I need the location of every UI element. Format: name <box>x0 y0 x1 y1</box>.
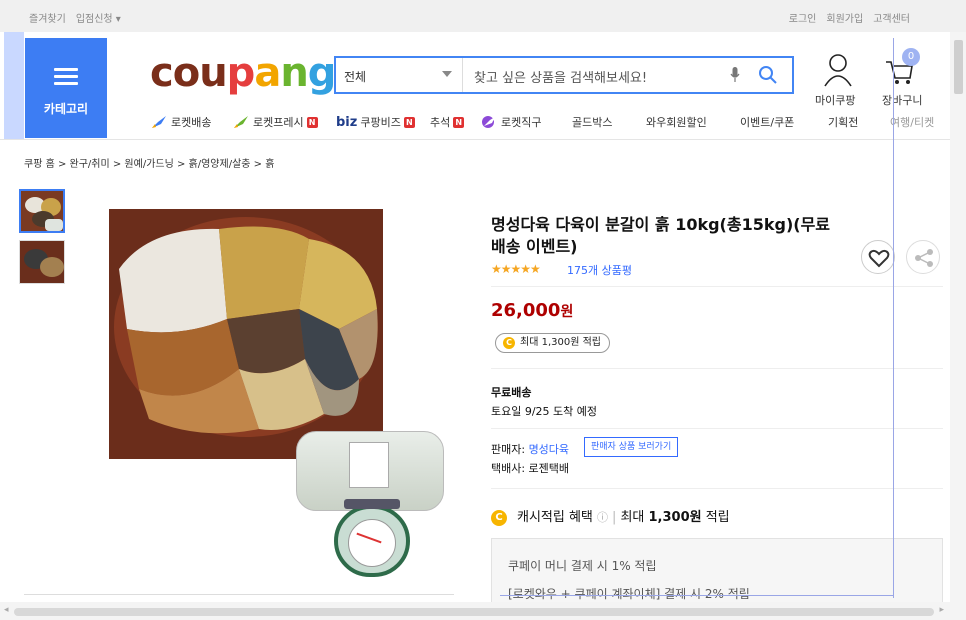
nav-item-rocket-delivery[interactable]: 로켓배송 <box>150 114 211 130</box>
selection-guide-vertical <box>893 38 894 598</box>
benefit-line-2: [로켓와우 + 쿠페이 계좌이체] 결제 시 2% 적립 <box>508 587 750 601</box>
seller-products-button[interactable]: 판매자 상품 보러가기 <box>584 437 679 457</box>
seller-info: 판매자: 명성다육 <box>491 443 570 456</box>
hamburger-icon <box>54 68 78 89</box>
search-bar: 전체 찾고 싶은 상품을 검색해보세요! <box>334 56 794 94</box>
share-icon <box>915 249 933 267</box>
heart-icon <box>868 249 890 268</box>
wishlist-button[interactable] <box>861 240 895 274</box>
selection-guide-horizontal <box>500 595 894 596</box>
new-badge: N <box>453 116 465 128</box>
scale-image <box>334 499 410 577</box>
category-shadow <box>4 32 24 140</box>
nav-item-events[interactable]: 이벤트/쿠폰 <box>740 114 794 130</box>
horizontal-scrollbar[interactable]: ◂ ▸ <box>0 602 966 620</box>
biz-logo: biz <box>336 114 358 130</box>
breadcrumb[interactable]: 쿠팡 홈 > 완구/취미 > 원예/가드닝 > 흙/영양제/살충 > 흙 <box>24 155 274 170</box>
vertical-scrollbar[interactable] <box>950 32 966 602</box>
seller-name-link[interactable]: 명성다육 <box>529 443 569 456</box>
cash-reward-row: C 캐시적립 혜택 ⓘ | 최대 1,300원 적립 <box>491 506 730 526</box>
thumbnail-2[interactable] <box>19 240 65 284</box>
bag-label <box>349 442 389 488</box>
nav-item-rocket-fresh[interactable]: 로켓프레시 N <box>232 114 318 130</box>
scroll-right-icon[interactable]: ▸ <box>939 605 944 615</box>
search-category-select[interactable]: 전체 <box>344 68 366 85</box>
benefit-line-1: 쿠페이 머니 결제 시 1% 적립 <box>508 559 657 573</box>
nav-item-goldbox[interactable]: 골드박스 <box>572 114 612 130</box>
user-icon[interactable] <box>822 52 854 88</box>
new-badge: N <box>306 116 318 128</box>
top-utility-bar: 즐겨찾기 입점신청 ▾ 로그인 회원가입 고객센터 <box>0 0 966 32</box>
search-divider <box>462 58 463 92</box>
cart-count-badge: 0 <box>902 48 920 66</box>
product-main-image[interactable] <box>109 209 383 459</box>
max-point-pill: C 최대 1,300원 적립 <box>495 333 610 353</box>
image-bottom-divider <box>24 594 454 595</box>
shipping-title: 무료배송 <box>491 386 532 399</box>
globe-rocket-icon <box>482 116 495 128</box>
category-label: 카테고리 <box>43 102 89 116</box>
header-divider <box>0 139 950 140</box>
nav-item-promotions[interactable]: 기획전 <box>828 114 858 130</box>
nav-item-rocket-global[interactable]: 로켓직구 <box>480 114 541 130</box>
info-divider <box>491 368 943 369</box>
customer-center-link[interactable]: 고객센터 <box>873 10 910 25</box>
product-title: 명성다육 다육이 분갈이 흙 10kg(총15kg)(무료배송 이벤트) <box>491 215 831 256</box>
chevron-down-icon[interactable] <box>442 71 452 77</box>
thumbnail-1[interactable] <box>19 189 65 233</box>
search-icon[interactable] <box>758 65 778 85</box>
bookmark-link[interactable]: 즐겨찾기 <box>29 10 66 25</box>
rating-stars: ★★★★★ <box>491 262 541 276</box>
rocket-fresh-icon <box>234 116 248 128</box>
product-price: 26,000원 <box>491 300 574 321</box>
cart-label[interactable]: 장바구니 <box>882 92 922 108</box>
info-divider <box>491 428 943 429</box>
share-button[interactable] <box>906 240 940 274</box>
nav-item-travel[interactable]: 여행/티켓 <box>890 114 934 130</box>
seller-signup-link[interactable]: 입점신청 ▾ <box>76 10 121 25</box>
category-button[interactable]: 카테고리 <box>25 38 107 138</box>
coupang-logo[interactable]: coupang <box>150 50 336 96</box>
info-divider <box>491 286 943 287</box>
info-icon[interactable]: ⓘ <box>597 511 608 524</box>
coin-icon: C <box>503 337 515 349</box>
review-count-link[interactable]: 175개 상품평 <box>567 262 632 278</box>
mypage-label[interactable]: 마이쿠팡 <box>815 92 855 108</box>
rocket-icon <box>152 116 166 128</box>
search-input[interactable]: 찾고 싶은 상품을 검색해보세요! <box>474 67 647 86</box>
cash-benefit-box: 쿠페이 머니 결제 시 1% 적립 [로켓와우 + 쿠페이 계좌이체] 결제 시… <box>491 538 943 608</box>
new-badge: N <box>403 116 415 128</box>
nav-item-chuseok[interactable]: 추석 N <box>430 114 465 130</box>
shipping-date: 토요일 9/25 도착 예정 <box>491 405 598 418</box>
nav-item-wow-discount[interactable]: 와우회원할인 <box>646 114 707 130</box>
login-link[interactable]: 로그인 <box>789 10 817 25</box>
nav-item-coupang-biz[interactable]: biz 쿠팡비즈 N <box>336 114 415 130</box>
microphone-icon[interactable] <box>730 67 740 83</box>
scroll-left-icon[interactable]: ◂ <box>4 605 9 615</box>
signup-link[interactable]: 회원가입 <box>826 10 863 25</box>
courier-info: 택배사: 로젠택배 <box>491 462 570 475</box>
coin-icon: C <box>491 509 507 526</box>
info-divider <box>491 488 943 489</box>
